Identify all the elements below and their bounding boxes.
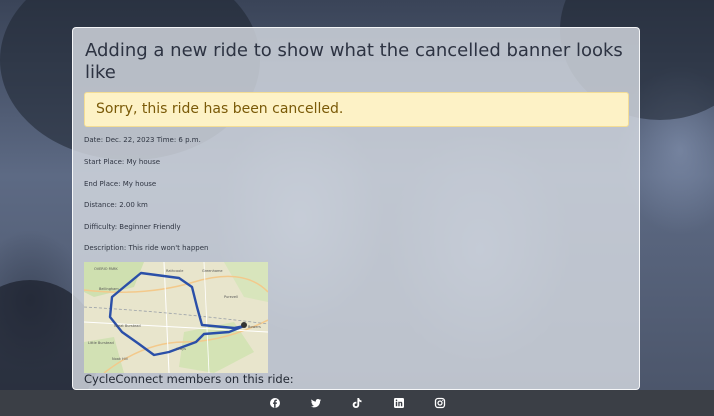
members-heading: CycleConnect members on this ride: xyxy=(84,372,294,386)
ride-title: Adding a new ride to show what the cance… xyxy=(85,40,623,83)
ride-description: Description: This ride won't happen xyxy=(84,244,209,252)
ride-detail-card: Adding a new ride to show what the cance… xyxy=(72,27,640,390)
site-footer xyxy=(0,390,714,416)
svg-text:Little Burstead: Little Burstead xyxy=(88,341,114,345)
instagram-icon[interactable] xyxy=(434,397,446,409)
svg-text:Greenhame: Greenhame xyxy=(202,269,223,273)
cancelled-banner: Sorry, this ride has been cancelled. xyxy=(84,92,629,127)
tiktok-icon[interactable] xyxy=(351,397,363,409)
ride-difficulty: Difficulty: Beginner Friendly xyxy=(84,223,181,231)
svg-text:Rathcoole: Rathcoole xyxy=(166,269,183,273)
svg-text:Noak Hill: Noak Hill xyxy=(112,357,128,361)
linkedin-icon[interactable] xyxy=(393,397,405,409)
ride-start-place: Start Place: My house xyxy=(84,158,161,166)
route-map: OVERIO PARK Rathcoole Greenhame Purevell… xyxy=(84,262,268,373)
ride-distance: Distance: 2.00 km xyxy=(84,201,148,209)
route-map-image: OVERIO PARK Rathcoole Greenhame Purevell… xyxy=(84,262,268,373)
facebook-icon[interactable] xyxy=(269,397,281,409)
svg-text:Bowers: Bowers xyxy=(248,325,261,329)
svg-text:Bellingham: Bellingham xyxy=(99,287,119,291)
ride-datetime: Date: Dec. 22, 2023 Time: 6 p.m. xyxy=(84,136,201,144)
svg-text:Crays: Crays xyxy=(176,347,186,351)
ride-end-place: End Place: My house xyxy=(84,180,157,188)
svg-text:Purevell: Purevell xyxy=(224,295,238,299)
svg-text:Great Burstead: Great Burstead xyxy=(114,324,141,328)
svg-text:OVERIO PARK: OVERIO PARK xyxy=(94,267,118,271)
twitter-icon[interactable] xyxy=(310,397,322,409)
